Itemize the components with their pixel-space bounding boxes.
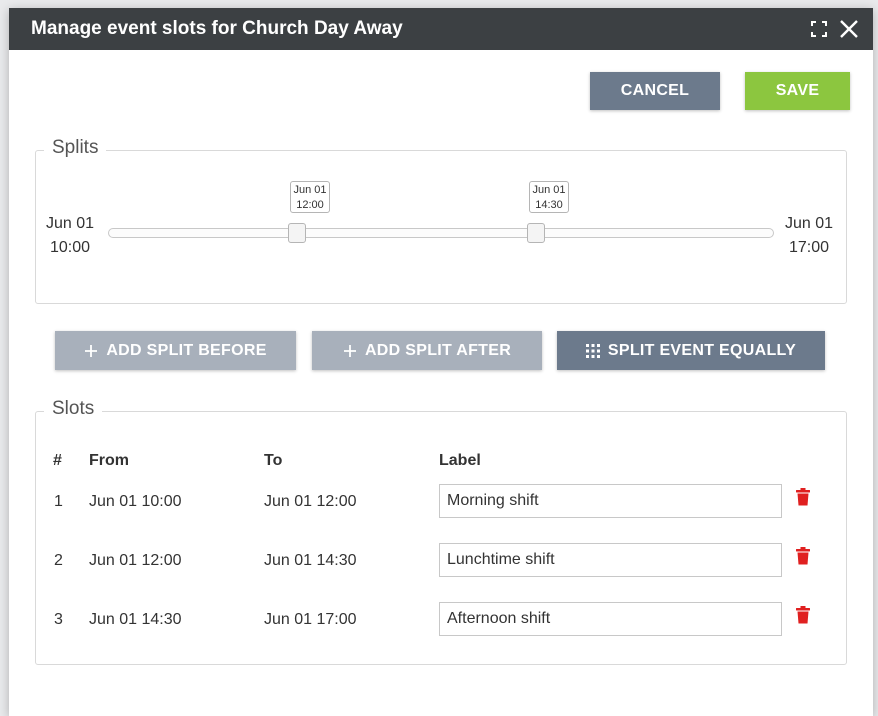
trash-icon[interactable]: [796, 547, 810, 565]
split-handle-1-date: Jun 01: [293, 184, 327, 196]
column-header-number: #: [53, 452, 62, 469]
trash-icon[interactable]: [796, 488, 810, 506]
slots-legend: Slots: [44, 398, 103, 420]
split-handle-1-time: 12:00: [296, 199, 324, 211]
slot-row-2-to: Jun 01 14:30: [264, 552, 357, 569]
add-split-after-button[interactable]: ADD SPLIT AFTER: [312, 331, 542, 370]
split-handle-2[interactable]: [527, 223, 545, 243]
manage-slots-modal: Manage event slots for Church Day Away C…: [9, 8, 873, 716]
add-split-after-label: ADD SPLIT AFTER: [364, 341, 512, 359]
split-slider-track[interactable]: [108, 228, 774, 238]
splits-panel: Splits Jun 01 10:00 Jun 01 17:00 Jun 01 …: [35, 137, 847, 304]
add-split-before-label: ADD SPLIT BEFORE: [106, 341, 267, 359]
splits-legend: Splits: [44, 137, 107, 159]
slot-row-1-from: Jun 01 10:00: [89, 493, 182, 510]
slot-row-3-number: 3: [54, 611, 63, 628]
cancel-button[interactable]: CANCEL: [590, 72, 720, 110]
slot-row-3-from: Jun 01 14:30: [89, 611, 182, 628]
grid-icon: [585, 343, 600, 358]
modal-title: Manage event slots for Church Day Away: [31, 18, 403, 39]
split-event-equally-label: SPLIT EVENT EQUALLY: [607, 341, 797, 359]
trash-icon[interactable]: [796, 606, 810, 624]
slot-row-1-to: Jun 01 12:00: [264, 493, 357, 510]
split-handle-1[interactable]: [288, 223, 306, 243]
range-end-time: 17:00: [789, 239, 830, 256]
split-handle-2-tooltip: Jun 01 14:30: [529, 181, 569, 213]
save-button[interactable]: SAVE: [745, 72, 850, 110]
slot-row-3-label-input[interactable]: [439, 602, 782, 636]
range-start-label: Jun 01 10:00: [46, 212, 94, 260]
slot-row-2-from: Jun 01 12:00: [89, 552, 182, 569]
split-event-equally-button[interactable]: SPLIT EVENT EQUALLY: [557, 331, 825, 370]
range-start-time: 10:00: [50, 239, 91, 256]
slot-row-2-number: 2: [54, 552, 63, 569]
slot-row-1-label-input[interactable]: [439, 484, 782, 518]
slots-panel: Slots # From To Label 1 Jun 01 10:00 Jun…: [35, 398, 847, 665]
plus-icon: [84, 344, 98, 358]
add-split-before-button[interactable]: ADD SPLIT BEFORE: [55, 331, 296, 370]
range-end-label: Jun 01 17:00: [785, 212, 833, 260]
plus-icon: [343, 344, 357, 358]
modal-header: Manage event slots for Church Day Away: [9, 8, 873, 50]
expand-icon[interactable]: [811, 21, 827, 37]
range-end-date: Jun 01: [785, 215, 834, 232]
column-header-label: Label: [439, 452, 481, 469]
split-handle-1-tooltip: Jun 01 12:00: [290, 181, 330, 213]
slot-row-1-number: 1: [54, 493, 63, 510]
range-start-date: Jun 01: [46, 215, 95, 232]
split-handle-2-date: Jun 01: [532, 184, 566, 196]
slot-row-2-label-input[interactable]: [439, 543, 782, 577]
split-handle-2-time: 14:30: [535, 199, 563, 211]
column-header-to: To: [264, 452, 283, 469]
slot-row-3-to: Jun 01 17:00: [264, 611, 357, 628]
close-icon[interactable]: [839, 19, 859, 39]
column-header-from: From: [89, 452, 129, 469]
